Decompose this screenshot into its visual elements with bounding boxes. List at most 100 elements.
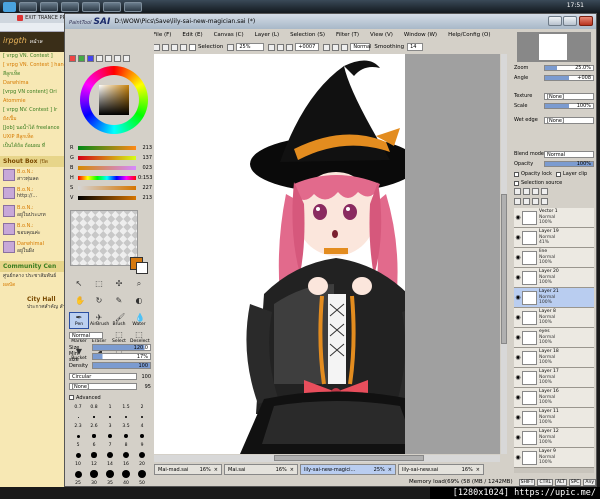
tool-tool-0-1[interactable]: ⬚ <box>89 278 109 295</box>
scratchpad-mode-icon[interactable] <box>105 55 112 62</box>
brush-size-slider[interactable]: 120.0 <box>92 344 151 351</box>
forum-topic-link[interactable]: Darwhima <box>0 79 66 88</box>
forum-topic-link[interactable]: [Job] นอน้ำได้ freelance <box>0 124 66 133</box>
taskbar-button-ie[interactable] <box>19 1 37 12</box>
opacity-slider[interactable]: 100% <box>544 161 594 167</box>
taskbar-button-media[interactable] <box>124 1 142 12</box>
rotate-right-icon[interactable] <box>323 43 331 51</box>
horizontal-scroll-thumb[interactable] <box>274 455 424 461</box>
layer-row[interactable]: ◉ Layer 19 Normal 41% <box>514 228 594 248</box>
brush-preset[interactable] <box>71 434 85 438</box>
eye-icon[interactable]: ◉ <box>514 234 522 241</box>
avatar[interactable] <box>3 223 15 235</box>
smoothing-field[interactable]: 14 <box>407 43 424 51</box>
brush-minsize-slider[interactable]: 17% <box>92 353 151 360</box>
forum-topic-link[interactable]: สีลูกเห็ด <box>0 70 66 79</box>
color-slider-track[interactable] <box>78 175 136 180</box>
brush-preset[interactable] <box>87 452 101 458</box>
layer-row[interactable]: ◉ Layer 17 Normal 100% <box>514 368 594 388</box>
tool-brush[interactable]: 🖌 Brush <box>109 312 129 329</box>
color-slider-value[interactable]: 213 <box>138 195 152 201</box>
tool-tool-0-0[interactable]: ↖ <box>69 278 89 295</box>
navigator-preview[interactable] <box>517 32 591 62</box>
doc-tab[interactable]: Mai-mad.sai 16% × <box>154 464 222 475</box>
doc-tab-close-icon[interactable]: × <box>290 467 294 473</box>
maximize-button[interactable] <box>563 16 577 26</box>
brush-preset[interactable] <box>71 470 85 478</box>
tool-airbrush[interactable]: ✈ AirBrush <box>89 312 109 329</box>
avatar[interactable] <box>3 187 15 199</box>
menu-item-file[interactable]: File (F) <box>153 32 171 38</box>
zoom-in-icon[interactable] <box>268 43 276 51</box>
menu-item-window[interactable]: Window (W) <box>404 32 437 38</box>
delete-layer-icon[interactable] <box>541 188 548 195</box>
layer-row[interactable]: ◉ Layer 21 Normal 100% <box>514 288 594 308</box>
taskbar-button-sai[interactable] <box>103 1 121 12</box>
eye-icon[interactable]: ◉ <box>514 294 522 301</box>
tool-tool-0-2[interactable]: ✣ <box>109 278 129 295</box>
forum-topic-link[interactable]: Atommie <box>0 97 66 106</box>
brush-preset[interactable] <box>103 452 117 458</box>
city-hall-link[interactable]: City Hall <box>0 296 66 303</box>
redo-icon[interactable] <box>162 43 169 51</box>
undo-icon[interactable] <box>153 43 160 51</box>
selection-checkbox[interactable] <box>189 43 196 51</box>
menu-item-selection[interactable]: Selection (S) <box>290 32 325 38</box>
avatar[interactable] <box>3 241 15 253</box>
start-icon[interactable] <box>3 1 16 12</box>
layer-texture-select[interactable]: [None] <box>544 92 594 100</box>
brush-preset[interactable] <box>71 452 85 458</box>
zoom-out-icon[interactable] <box>227 43 235 51</box>
color-slider-track[interactable] <box>78 155 136 160</box>
forum-topic-link[interactable]: UXIP สีลูกเห็ด <box>0 133 66 142</box>
eye-icon[interactable]: ◉ <box>514 394 522 401</box>
advanced-checkbox[interactable] <box>69 395 74 400</box>
layer-row[interactable]: ◉ Vector 1 Normal 100% <box>514 208 594 228</box>
brush-preset[interactable] <box>87 470 101 478</box>
color-slider-value[interactable]: 023 <box>138 165 152 171</box>
layer-row[interactable]: ◉ Layer 20 Normal 100% <box>514 268 594 288</box>
merge-down-icon[interactable] <box>514 198 521 205</box>
brush-texture-select[interactable]: [None] <box>69 383 137 390</box>
new-layer-icon[interactable] <box>514 188 521 195</box>
menu-item-layer[interactable]: Layer (L) <box>255 32 279 38</box>
transfer-down-icon[interactable] <box>523 198 530 205</box>
wet-edge-select[interactable]: [None] <box>544 116 594 124</box>
minimize-button[interactable] <box>548 16 562 26</box>
menu-item-canvas[interactable]: Canvas (C) <box>214 32 244 38</box>
color-slider-track[interactable] <box>78 185 136 190</box>
menu-item-filter[interactable]: Filter (T) <box>336 32 359 38</box>
opacity-lock-checkbox[interactable] <box>514 171 519 177</box>
trash-icon[interactable] <box>541 198 548 205</box>
new-linework-layer-icon[interactable] <box>523 188 530 195</box>
menu-item-view[interactable]: View (V) <box>370 32 393 38</box>
layer-row[interactable]: ◉ Layer 18 Normal 100% <box>514 348 594 368</box>
brush-density-slider[interactable]: 100 <box>92 362 151 369</box>
brush-preset[interactable] <box>87 434 101 438</box>
layer-row[interactable]: ◉ eyes Normal 100% <box>514 328 594 348</box>
doc-tab-close-icon[interactable]: × <box>388 467 392 473</box>
nav-zoom-slider[interactable]: 25.0% <box>544 65 594 71</box>
rotate-reset-icon[interactable] <box>332 43 340 51</box>
brush-preset[interactable] <box>71 416 85 418</box>
forum-topic-link[interactable]: [ vrpg VN. Contest ] hangama <box>0 61 66 70</box>
brush-preset[interactable] <box>119 415 133 419</box>
invert-selection-icon[interactable] <box>180 43 187 51</box>
brush-preset[interactable] <box>103 470 117 478</box>
doc-tab[interactable]: lily-sai-new.sai 16% × <box>398 464 484 475</box>
layer-row[interactable]: ◉ line Normal 100% <box>514 248 594 268</box>
layer-scale-slider[interactable]: 100% <box>544 103 594 109</box>
forum-topic-link[interactable]: เป็นได้ถ้อ ถ้อมผม ที่ <box>0 142 66 151</box>
layer-clip-checkbox[interactable] <box>555 171 561 177</box>
eye-icon[interactable]: ◉ <box>514 334 522 341</box>
eye-icon[interactable]: ◉ <box>514 374 522 381</box>
forum-topic-link[interactable]: [ vrpg VN. Contest ] <box>0 52 66 61</box>
rgb-mode-icon[interactable] <box>78 55 85 62</box>
tool-tool-0-3[interactable]: ⌕ <box>129 278 149 295</box>
color-slider-track[interactable] <box>78 145 136 150</box>
forum-topic-link[interactable]: [vrpg VN content] Ori <box>0 88 66 97</box>
brush-preset[interactable] <box>119 433 133 439</box>
hsv-mode-icon[interactable] <box>87 55 94 62</box>
avatar[interactable] <box>3 169 15 181</box>
eye-icon[interactable]: ◉ <box>514 274 522 281</box>
